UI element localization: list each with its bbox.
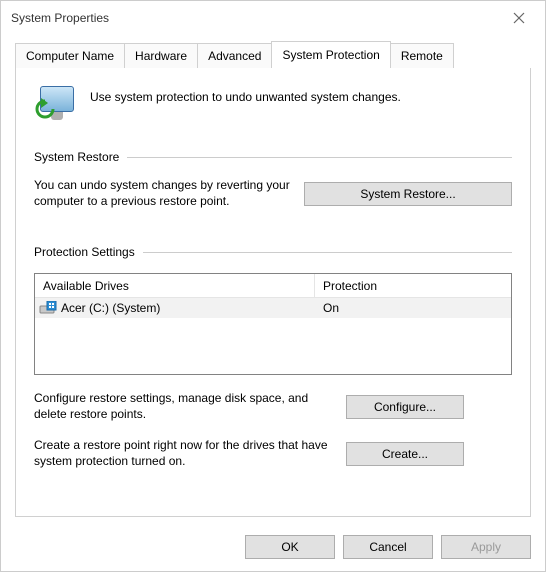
- intro: Use system protection to undo unwanted s…: [34, 82, 512, 124]
- section-protection-settings-header: Protection Settings: [34, 245, 512, 259]
- drive-name: Acer (C:) (System): [61, 301, 160, 315]
- column-available-drives[interactable]: Available Drives: [35, 274, 315, 297]
- tab-remote[interactable]: Remote: [390, 43, 454, 68]
- configure-description: Configure restore settings, manage disk …: [34, 391, 344, 422]
- tab-advanced[interactable]: Advanced: [197, 43, 272, 68]
- column-protection[interactable]: Protection: [315, 279, 511, 293]
- system-restore-description: You can undo system changes by reverting…: [34, 178, 304, 209]
- section-title-system-restore: System Restore: [34, 150, 119, 164]
- system-restore-button[interactable]: System Restore...: [304, 182, 512, 206]
- close-button[interactable]: [499, 4, 539, 32]
- tab-system-protection[interactable]: System Protection: [271, 41, 390, 68]
- drives-table: Available Drives Protection Acer (C:) (S…: [34, 273, 512, 375]
- system-restore-icon: [34, 82, 78, 124]
- tabs: Computer Name Hardware Advanced System P…: [1, 35, 545, 68]
- system-properties-window: System Properties Computer Name Hardware…: [0, 0, 546, 572]
- intro-text: Use system protection to undo unwanted s…: [90, 82, 401, 104]
- drive-protection-status: On: [315, 301, 511, 315]
- tab-content: Use system protection to undo unwanted s…: [15, 68, 531, 517]
- create-row: Create a restore point right now for the…: [34, 438, 512, 469]
- configure-button[interactable]: Configure...: [346, 395, 464, 419]
- cancel-button[interactable]: Cancel: [343, 535, 433, 559]
- table-row[interactable]: Acer (C:) (System) On: [35, 298, 511, 318]
- drive-icon: [39, 301, 57, 315]
- configure-row: Configure restore settings, manage disk …: [34, 391, 512, 422]
- create-button[interactable]: Create...: [346, 442, 464, 466]
- tab-hardware[interactable]: Hardware: [124, 43, 198, 68]
- section-system-restore-header: System Restore: [34, 150, 512, 164]
- ok-button[interactable]: OK: [245, 535, 335, 559]
- titlebar: System Properties: [1, 1, 545, 35]
- tab-computer-name[interactable]: Computer Name: [15, 43, 125, 68]
- apply-button[interactable]: Apply: [441, 535, 531, 559]
- drives-table-header: Available Drives Protection: [35, 274, 511, 298]
- system-restore-row: You can undo system changes by reverting…: [34, 178, 512, 209]
- close-icon: [513, 12, 525, 24]
- create-description: Create a restore point right now for the…: [34, 438, 344, 469]
- section-title-protection-settings: Protection Settings: [34, 245, 135, 259]
- window-title: System Properties: [11, 11, 499, 25]
- dialog-footer: OK Cancel Apply: [1, 527, 545, 571]
